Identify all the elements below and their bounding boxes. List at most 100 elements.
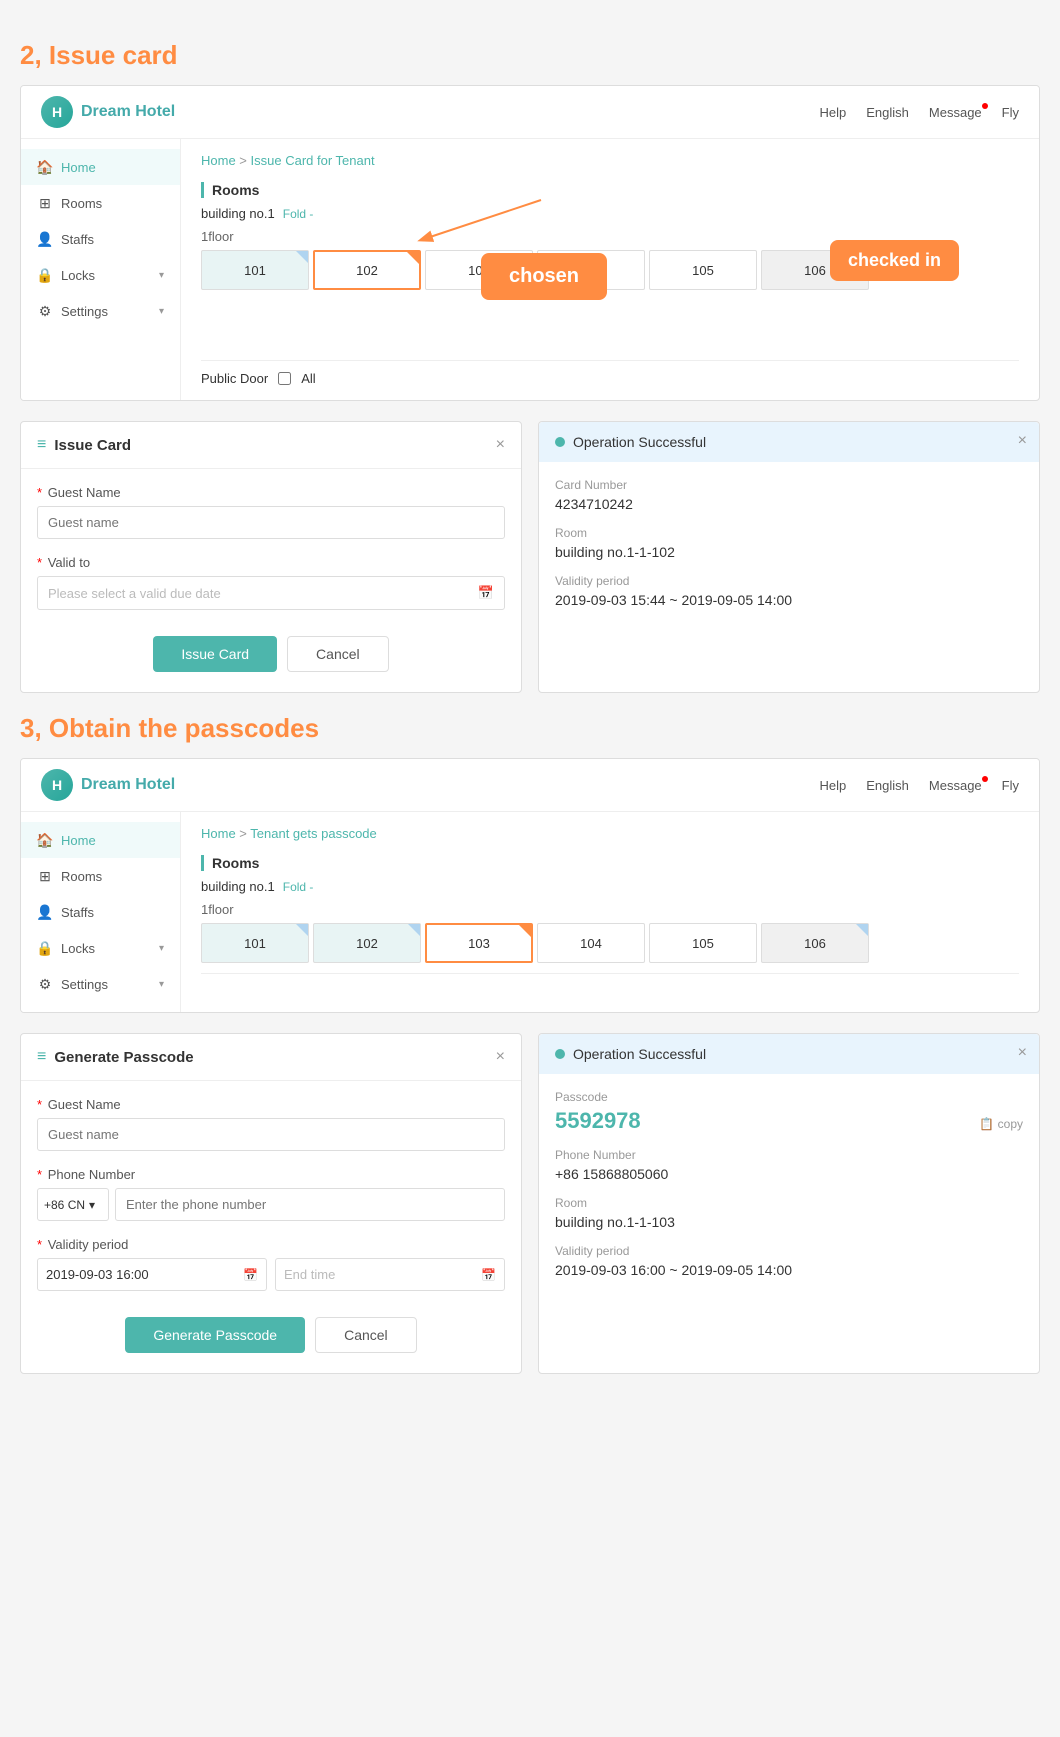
passcode-guest-name-input[interactable] xyxy=(37,1118,505,1151)
calendar-icon-end: 📅 xyxy=(481,1268,496,1282)
room2-103-corner xyxy=(519,925,531,937)
success-dot-passcode xyxy=(555,1049,565,1059)
phone-country-select[interactable]: +86 CN ▾ xyxy=(37,1188,109,1221)
validity-value-passcode: 2019-09-03 16:00 ~ 2019-09-05 14:00 xyxy=(555,1262,1023,1278)
room-101-corner xyxy=(296,251,308,263)
nav-fly-1[interactable]: Fly xyxy=(1002,105,1019,120)
rooms-grid-2: 101 102 103 104 xyxy=(201,923,1019,963)
public-door-checkbox-1[interactable] xyxy=(278,372,291,385)
room2-cell-106[interactable]: 106 xyxy=(761,923,869,963)
breadcrumb-current-2: Tenant gets passcode xyxy=(250,826,376,841)
breadcrumb-home-1[interactable]: Home xyxy=(201,153,236,168)
issue-success-close[interactable]: × xyxy=(1018,432,1027,450)
room2-cell-105[interactable]: 105 xyxy=(649,923,757,963)
nav-help-1[interactable]: Help xyxy=(820,105,847,120)
staffs-icon-1: 👤 xyxy=(37,231,53,247)
nav-help-2[interactable]: Help xyxy=(820,778,847,793)
issue-card-btn[interactable]: Issue Card xyxy=(153,636,277,672)
section1-title: 2, Issue card xyxy=(20,40,1040,71)
validity-label-passcode: * Validity period xyxy=(37,1237,505,1252)
nav-fly-2[interactable]: Fly xyxy=(1002,778,1019,793)
settings-icon-1: ⚙ xyxy=(37,303,53,319)
phone-row: +86 CN ▾ xyxy=(37,1188,505,1221)
sidebar-item-home-2[interactable]: 🏠 Home xyxy=(21,822,180,858)
sidebar-item-staffs-2[interactable]: 👤 Staffs xyxy=(21,894,180,930)
room2-104-label: 104 xyxy=(580,936,602,951)
passcode-cancel-btn[interactable]: Cancel xyxy=(315,1317,417,1353)
generate-passcode-btn[interactable]: Generate Passcode xyxy=(125,1317,305,1353)
nav-message-1[interactable]: Message xyxy=(929,105,982,120)
passcode-value-row: 5592978 📋 copy xyxy=(555,1108,1023,1134)
room2-103-label: 103 xyxy=(468,936,490,951)
card-number-group: Card Number 4234710242 xyxy=(555,478,1023,512)
nav-english-1[interactable]: English xyxy=(866,105,909,120)
copy-button[interactable]: 📋 copy xyxy=(979,1117,1023,1131)
end-time-input[interactable]: End time 📅 xyxy=(275,1258,505,1291)
rooms-title-1: Rooms xyxy=(201,182,1019,198)
sidebar-item-home-1[interactable]: 🏠 Home xyxy=(21,149,180,185)
validity-row: 2019-09-03 16:00 📅 End time 📅 xyxy=(37,1258,505,1291)
public-door-label-1: Public Door xyxy=(201,371,268,386)
sidebar-item-rooms-2[interactable]: ⊞ Rooms xyxy=(21,858,180,894)
sidebar-label-home-2: Home xyxy=(61,833,96,848)
sidebar-item-locks-2[interactable]: 🔒 Locks ▾ xyxy=(21,930,180,966)
room-101-label: 101 xyxy=(244,263,266,278)
room-105-label: 105 xyxy=(692,263,714,278)
guest-name-input[interactable] xyxy=(37,506,505,539)
sidebar-item-staffs-1[interactable]: 👤 Staffs xyxy=(21,221,180,257)
fold-link-1[interactable]: Fold - xyxy=(283,207,314,221)
nav-english-2[interactable]: English xyxy=(866,778,909,793)
sidebar-item-settings-2[interactable]: ⚙ Settings ▾ xyxy=(21,966,180,1002)
app-header-1: H Dream Hotel Help English Message Fly xyxy=(21,86,1039,139)
issue-card-close-btn[interactable]: × xyxy=(496,436,505,454)
room2-cell-101[interactable]: 101 xyxy=(201,923,309,963)
room2-cell-104[interactable]: 104 xyxy=(537,923,645,963)
room2-cell-102[interactable]: 102 xyxy=(313,923,421,963)
sidebar-label-home-1: Home xyxy=(61,160,96,175)
building-row-2: building no.1 Fold - xyxy=(201,879,1019,894)
fold-link-2[interactable]: Fold - xyxy=(283,880,314,894)
dialog-icon-passcode: ≡ xyxy=(37,1048,46,1066)
dialog-icon-issue: ≡ xyxy=(37,436,46,454)
room-group-issue: Room building no.1-1-102 xyxy=(555,526,1023,560)
passcode-success-close[interactable]: × xyxy=(1018,1044,1027,1062)
sidebar-item-locks-1[interactable]: 🔒 Locks ▾ xyxy=(21,257,180,293)
issue-card-dialog-title: ≡ Issue Card xyxy=(37,436,131,454)
passcode-success-text: Operation Successful xyxy=(573,1046,706,1062)
room-102-corner xyxy=(407,252,419,264)
room2-102-label: 102 xyxy=(356,936,378,951)
passcode-success-dialog: × Operation Successful Passcode 5592978 … xyxy=(538,1033,1040,1374)
generate-passcode-close-btn[interactable]: × xyxy=(496,1048,505,1066)
generate-passcode-title: ≡ Generate Passcode xyxy=(37,1048,194,1066)
app-nav-top-1: Help English Message Fly xyxy=(820,105,1019,120)
sidebar-item-rooms-1[interactable]: ⊞ Rooms xyxy=(21,185,180,221)
issue-card-dialog: ≡ Issue Card × * Guest Name * Valid to P… xyxy=(20,421,522,693)
success-dot-issue xyxy=(555,437,565,447)
validity-label-issue: Validity period xyxy=(555,574,1023,588)
issue-card-cancel-btn[interactable]: Cancel xyxy=(287,636,389,672)
sidebar-item-settings-1[interactable]: ⚙ Settings ▾ xyxy=(21,293,180,329)
room2-101-label: 101 xyxy=(244,936,266,951)
room-cell-102[interactable]: 102 xyxy=(313,250,421,290)
phone-value-success: +86 15868805060 xyxy=(555,1166,1023,1182)
generate-passcode-body: * Guest Name * Phone Number +86 CN ▾ xyxy=(21,1081,521,1373)
locks-icon-2: 🔒 xyxy=(37,940,53,956)
passcode-label: Passcode xyxy=(555,1090,1023,1104)
room-cell-105[interactable]: 105 xyxy=(649,250,757,290)
building-name-2: building no.1 xyxy=(201,879,275,894)
settings-chevron-1: ▾ xyxy=(159,306,164,317)
validity-field: * Validity period 2019-09-03 16:00 📅 End… xyxy=(37,1237,505,1291)
start-date-input[interactable]: 2019-09-03 16:00 📅 xyxy=(37,1258,267,1291)
valid-to-input[interactable]: Please select a valid due date 📅 xyxy=(37,576,505,610)
home-icon-1: 🏠 xyxy=(37,159,53,175)
breadcrumb-home-2[interactable]: Home xyxy=(201,826,236,841)
phone-number-input[interactable] xyxy=(115,1188,505,1221)
room2-106-label: 106 xyxy=(804,936,826,951)
card-number-value: 4234710242 xyxy=(555,496,1023,512)
phone-dropdown-icon: ▾ xyxy=(89,1198,95,1212)
nav-message-2[interactable]: Message xyxy=(929,778,982,793)
issue-success-dialog: × Operation Successful Card Number 42347… xyxy=(538,421,1040,693)
room2-cell-103[interactable]: 103 xyxy=(425,923,533,963)
floor-label-2: 1floor xyxy=(201,902,1019,917)
room-cell-101[interactable]: 101 xyxy=(201,250,309,290)
